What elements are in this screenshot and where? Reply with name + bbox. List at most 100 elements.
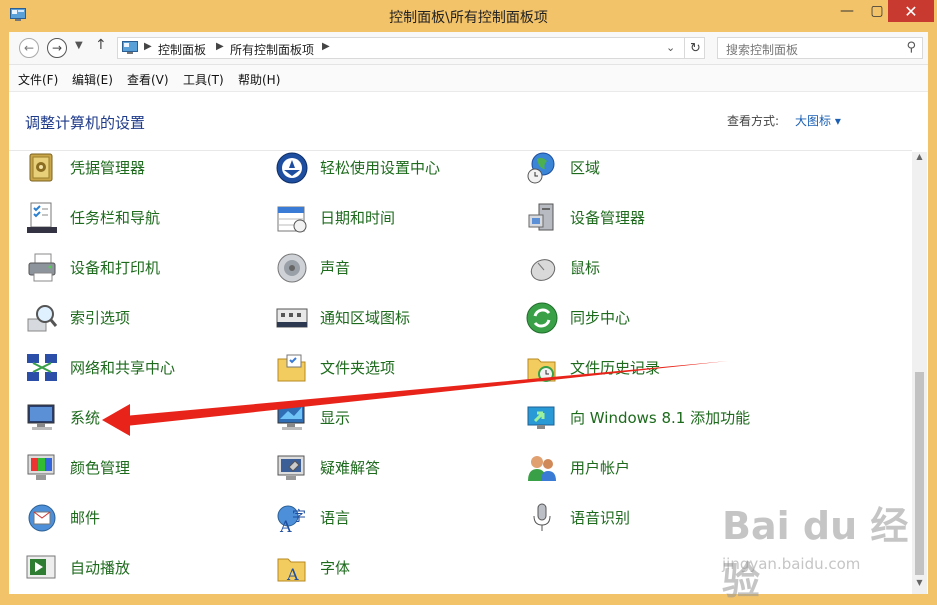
item-devices-printers[interactable]: 设备和打印机 bbox=[25, 250, 275, 290]
watermark-url: jingyan.baidu.com bbox=[722, 555, 861, 573]
item-user-accounts[interactable]: 用户帐户 bbox=[525, 450, 775, 490]
search-placeholder: 搜索控制面板 bbox=[726, 43, 799, 57]
scroll-up-icon[interactable]: ▲ bbox=[912, 152, 927, 166]
item-label: 邮件 bbox=[70, 509, 101, 527]
breadcrumb-separator-icon[interactable]: ▶ bbox=[216, 41, 224, 52]
breadcrumb-separator-icon[interactable]: ▶ bbox=[144, 41, 152, 52]
item-label: 自动播放 bbox=[70, 559, 131, 577]
search-icon[interactable]: ⚲ bbox=[906, 40, 916, 55]
item-color-management[interactable]: 颜色管理 bbox=[25, 450, 275, 490]
page-title: 调整计算机的设置 bbox=[25, 114, 146, 132]
item-label: 索引选项 bbox=[70, 309, 131, 327]
item-fonts[interactable]: A 字体 bbox=[275, 550, 525, 590]
search-input[interactable]: 搜索控制面板 ⚲ bbox=[717, 37, 923, 59]
item-label: 设备和打印机 bbox=[70, 259, 161, 277]
taskbar-checklist-icon bbox=[27, 202, 57, 233]
item-mouse[interactable]: 鼠标 bbox=[525, 250, 775, 290]
forward-button[interactable]: → bbox=[47, 38, 67, 58]
language-icon: A 字 bbox=[277, 505, 306, 535]
close-button[interactable]: ✕ bbox=[888, 0, 934, 22]
item-label: 语音识别 bbox=[570, 509, 631, 527]
item-label: 任务栏和导航 bbox=[70, 209, 161, 227]
item-label: 用户帐户 bbox=[570, 459, 631, 477]
item-notification-area-icons[interactable]: 通知区域图标 bbox=[275, 300, 525, 340]
item-region[interactable]: 区域 bbox=[525, 150, 775, 190]
address-history-chevron-down-icon[interactable]: ⌄ bbox=[666, 41, 675, 54]
menu-view[interactable]: 查看(V) bbox=[127, 71, 169, 88]
item-label: 同步中心 bbox=[570, 309, 631, 327]
item-mail[interactable]: 邮件 bbox=[25, 500, 275, 540]
item-label: 疑难解答 bbox=[320, 459, 381, 477]
magnifier-icon bbox=[27, 305, 58, 332]
item-network-sharing[interactable]: 网络和共享中心 bbox=[25, 350, 275, 390]
item-autoplay[interactable]: 自动播放 bbox=[25, 550, 275, 590]
item-add-features[interactable]: 向 Windows 8.1 添加功能 bbox=[525, 400, 775, 440]
window-title: 控制面板\所有控制面板项 bbox=[389, 10, 548, 26]
recent-locations-chevron-down-icon[interactable]: ▼ bbox=[75, 40, 83, 51]
scrollbar-thumb[interactable] bbox=[915, 372, 924, 575]
refresh-icon: ↻ bbox=[690, 40, 701, 56]
users-icon bbox=[528, 456, 556, 481]
item-taskbar-navigation[interactable]: 任务栏和导航 bbox=[25, 200, 275, 240]
item-label: 系统 bbox=[70, 409, 101, 427]
item-language[interactable]: A 字 语言 bbox=[275, 500, 525, 540]
item-troubleshooting[interactable]: 疑难解答 bbox=[275, 450, 525, 490]
menu-file[interactable]: 文件(F) bbox=[18, 71, 58, 88]
svg-text:A: A bbox=[279, 517, 292, 535]
item-label: 声音 bbox=[320, 259, 351, 277]
menu-edit[interactable]: 编辑(E) bbox=[72, 71, 113, 88]
breadcrumb-separator-icon[interactable]: ▶ bbox=[322, 41, 330, 52]
back-button[interactable]: ← bbox=[19, 38, 39, 58]
refresh-button[interactable]: ↻ bbox=[684, 37, 706, 59]
item-label: 鼠标 bbox=[570, 259, 601, 277]
item-label: 通知区域图标 bbox=[320, 309, 411, 327]
item-label: 网络和共享中心 bbox=[70, 359, 176, 377]
add-features-icon bbox=[527, 406, 555, 429]
item-file-history[interactable]: 文件历史记录 bbox=[525, 350, 775, 390]
autoplay-icon bbox=[26, 555, 56, 579]
item-label: 语言 bbox=[320, 509, 351, 527]
item-device-manager[interactable]: 设备管理器 bbox=[525, 200, 775, 240]
menu-help[interactable]: 帮助(H) bbox=[238, 71, 280, 88]
item-sync-center[interactable]: 同步中心 bbox=[525, 300, 775, 340]
item-label: 向 Windows 8.1 添加功能 bbox=[570, 409, 751, 427]
control-panel-icon bbox=[122, 41, 138, 54]
item-date-time[interactable]: 日期和时间 bbox=[275, 200, 525, 240]
menu-tools[interactable]: 工具(T) bbox=[183, 71, 224, 88]
minimize-button[interactable]: — bbox=[832, 0, 862, 22]
arrow-right-icon: → bbox=[51, 41, 63, 55]
mouse-icon bbox=[530, 259, 556, 281]
calendar-clock-icon bbox=[277, 206, 307, 233]
mail-globe-icon bbox=[28, 504, 56, 532]
troubleshooting-icon bbox=[277, 455, 305, 480]
view-by-label: 查看方式: bbox=[727, 114, 780, 128]
printer-icon bbox=[28, 253, 56, 282]
sync-icon bbox=[526, 302, 558, 334]
item-label: 字体 bbox=[320, 559, 351, 577]
item-sound[interactable]: 声音 bbox=[275, 250, 525, 290]
item-folder-options[interactable]: 文件夹选项 bbox=[275, 350, 525, 390]
up-arrow-icon[interactable]: ↑ bbox=[95, 37, 107, 53]
address-bar[interactable]: ▶ 控制面板 ▶ 所有控制面板项 ▶ ⌄ ↻ bbox=[117, 37, 705, 59]
color-monitor-icon bbox=[27, 454, 55, 480]
item-system[interactable]: 系统 bbox=[25, 400, 275, 440]
item-label: 日期和时间 bbox=[320, 209, 396, 227]
title-bar: 控制面板\所有控制面板项 — ▢ ✕ bbox=[0, 0, 937, 32]
item-credential-manager[interactable]: 凭据管理器 bbox=[25, 150, 275, 190]
baidu-watermark: Bai du 经验 jingyan.baidu.com bbox=[722, 493, 912, 603]
network-icon bbox=[27, 354, 57, 381]
breadcrumb-all-items[interactable]: 所有控制面板项 bbox=[230, 41, 314, 58]
arrow-left-icon: ← bbox=[23, 41, 35, 55]
display-monitor-icon bbox=[277, 404, 305, 430]
item-label: 区域 bbox=[570, 159, 601, 177]
item-indexing-options[interactable]: 索引选项 bbox=[25, 300, 275, 340]
item-display[interactable]: 显示 bbox=[275, 400, 525, 440]
view-by-dropdown[interactable]: 大图标 ▾ bbox=[795, 112, 841, 129]
svg-text:A: A bbox=[286, 565, 299, 584]
file-history-icon bbox=[527, 358, 556, 382]
device-manager-icon bbox=[528, 203, 554, 231]
notification-area-icon bbox=[276, 308, 308, 328]
item-ease-of-access[interactable]: 轻松使用设置中心 bbox=[275, 150, 525, 190]
breadcrumb-control-panel[interactable]: 控制面板 bbox=[158, 41, 206, 58]
scroll-down-icon[interactable]: ▼ bbox=[912, 578, 927, 592]
